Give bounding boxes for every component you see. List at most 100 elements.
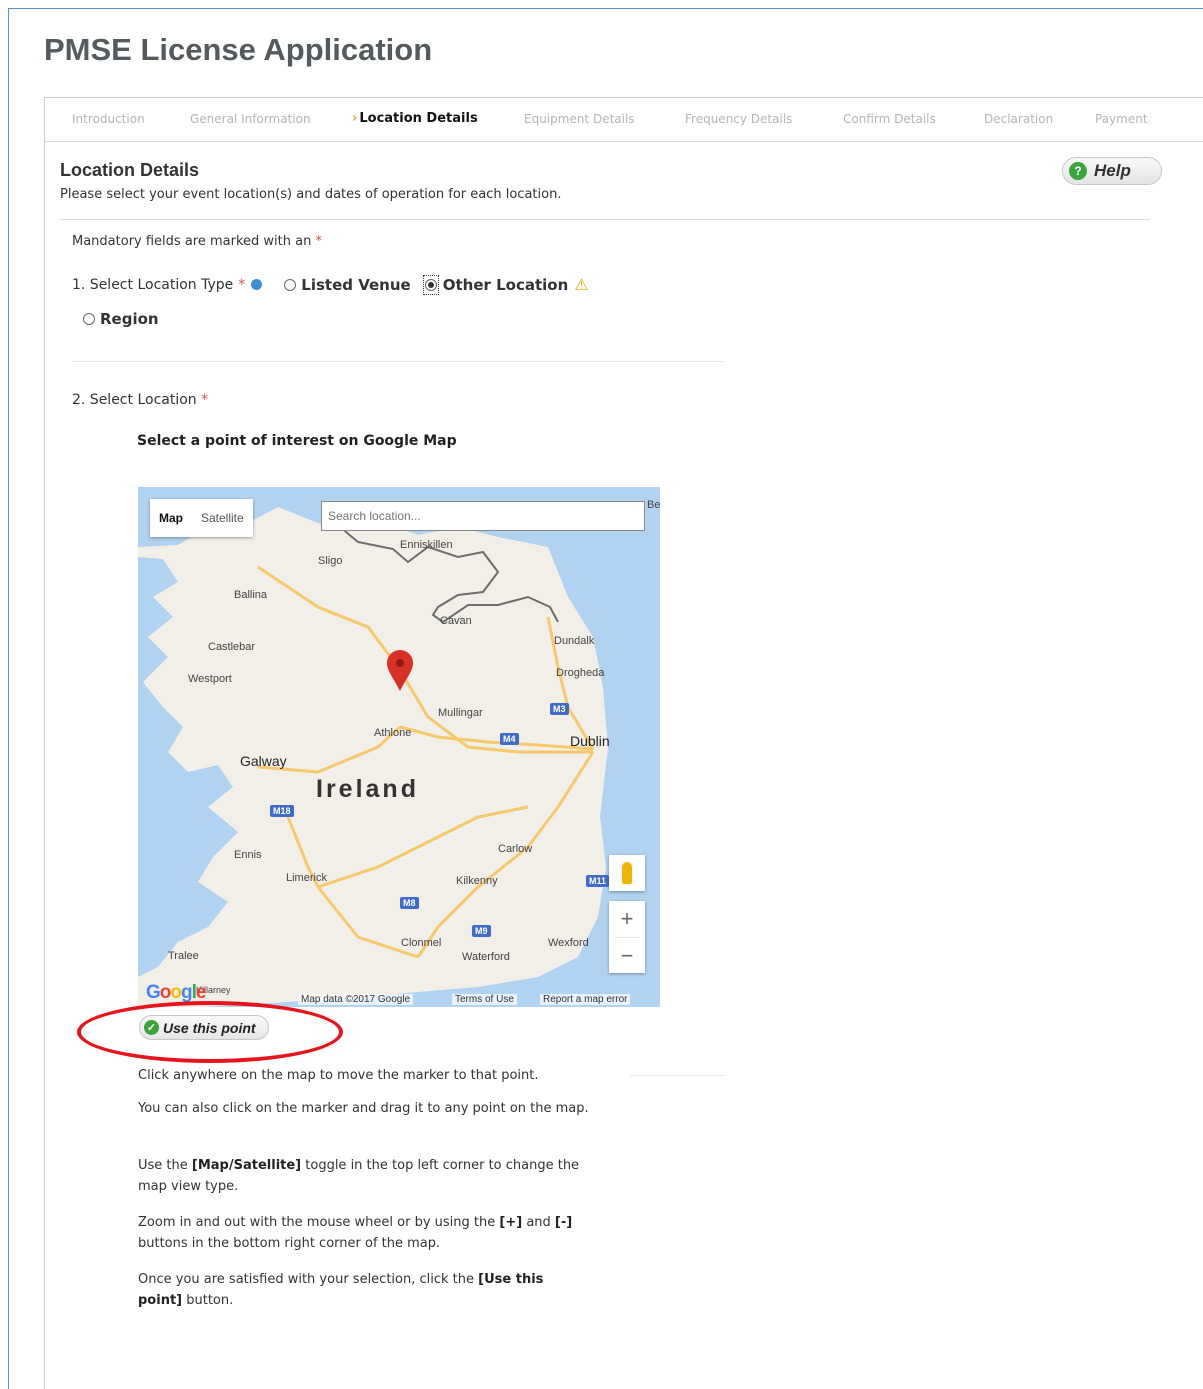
- divider: [72, 361, 724, 362]
- select-location-label: 2. Select Location *: [72, 392, 208, 408]
- road-shield: M8: [400, 897, 419, 909]
- map-label: Ballina: [234, 589, 268, 601]
- report-map-error-link[interactable]: Report a map error: [540, 994, 631, 1005]
- divider: [60, 219, 1150, 220]
- option-other-location[interactable]: Other Location: [443, 276, 569, 294]
- step-location-details[interactable]: › Location Details: [352, 111, 478, 126]
- mandatory-note: Mandatory fields are marked with an *: [72, 234, 322, 249]
- step-arrow-icon: ›: [352, 111, 358, 126]
- map-label: Drogheda: [556, 667, 605, 679]
- land-mass: [138, 507, 608, 1007]
- google-map[interactable]: Map Satellite Be Sligo Enniskillen Balli…: [138, 487, 660, 1007]
- wizard-steps: Introduction General Information › Locati…: [45, 98, 1203, 142]
- step-general-information[interactable]: General Information: [190, 112, 311, 126]
- instruction-4-plus: [+]: [499, 1215, 523, 1230]
- option-listed-venue[interactable]: Listed Venue: [301, 276, 410, 294]
- help-button[interactable]: ? Help: [1062, 157, 1162, 185]
- map-search-input[interactable]: [321, 501, 645, 531]
- road-shield: M4: [500, 733, 519, 745]
- radio-listed-venue-wrap: [284, 277, 297, 293]
- map-label: Galway: [240, 753, 287, 769]
- radio-other-location[interactable]: [424, 278, 437, 291]
- road-shield: M18: [270, 805, 294, 817]
- region-row: Region: [83, 310, 159, 328]
- map-type-toggle: Map Satellite: [150, 499, 253, 537]
- map-label: Enniskillen: [400, 539, 453, 551]
- road-shield: M3: [550, 703, 569, 715]
- instruction-4: Zoom in and out with the mouse wheel or …: [138, 1212, 618, 1254]
- instruction-4-post: buttons in the bottom right corner of th…: [138, 1236, 441, 1251]
- zoom-out-button[interactable]: −: [609, 938, 645, 974]
- instruction-4-pre: Zoom in and out with the mouse wheel or …: [138, 1215, 496, 1230]
- zoom-controls: + −: [609, 901, 645, 973]
- terms-link[interactable]: Terms of Use: [452, 994, 517, 1005]
- help-icon: ?: [1069, 162, 1087, 180]
- check-icon: ✓: [144, 1020, 159, 1035]
- instruction-1: Click anywhere on the map to move the ma…: [138, 1068, 539, 1083]
- zoom-in-button[interactable]: +: [609, 901, 645, 937]
- radio-listed-venue[interactable]: [284, 278, 297, 291]
- instruction-3-pre: Use the: [138, 1158, 188, 1173]
- step-location-details-label: Location Details: [359, 111, 478, 126]
- map-label: Wexford: [548, 937, 589, 949]
- use-this-point-label: Use this point: [163, 1019, 256, 1036]
- required-asterisk: *: [201, 392, 209, 408]
- map-label: Westport: [188, 673, 232, 685]
- radio-region[interactable]: [83, 313, 95, 325]
- application-panel: Introduction General Information › Locati…: [44, 97, 1203, 1389]
- map-type-map[interactable]: Map: [150, 511, 192, 525]
- step-payment[interactable]: Payment: [1095, 112, 1148, 126]
- instruction-4-minus: [-]: [554, 1215, 573, 1230]
- mandatory-note-text: Mandatory fields are marked with an: [72, 234, 312, 249]
- road-shield: M11: [586, 875, 610, 887]
- select-location-text: 2. Select Location: [72, 392, 197, 408]
- map-label: Kilkenny: [456, 875, 498, 887]
- instruction-3: Use the [Map/Satellite] toggle in the to…: [138, 1155, 598, 1197]
- step-declaration[interactable]: Declaration: [984, 112, 1053, 126]
- google-logo: Google: [146, 982, 206, 1003]
- pegman-icon[interactable]: [609, 855, 645, 891]
- step-introduction[interactable]: Introduction: [72, 112, 145, 126]
- map-label: Tralee: [168, 950, 199, 962]
- map-label: Carlow: [498, 843, 533, 855]
- section-subtitle: Please select your event location(s) and…: [60, 187, 562, 202]
- instruction-5-post: button.: [186, 1293, 234, 1308]
- required-asterisk: *: [238, 276, 246, 293]
- location-type-row: 1. Select Location Type * Listed Venue O…: [72, 274, 589, 295]
- step-frequency-details[interactable]: Frequency Details: [685, 112, 792, 126]
- map-heading: Select a point of interest on Google Map: [137, 433, 457, 449]
- map-label: Dundalk: [554, 635, 595, 647]
- map-label: Athlone: [374, 727, 412, 739]
- map-label: Mullingar: [438, 707, 483, 719]
- map-label: Be: [647, 499, 660, 511]
- location-type-label: 1. Select Location Type: [72, 276, 234, 293]
- section-title: Location Details: [60, 160, 200, 180]
- map-label: Limerick: [286, 872, 327, 884]
- map-label: Clonmel: [401, 937, 442, 949]
- map-country-label: Ireland: [316, 775, 419, 803]
- map-type-satellite[interactable]: Satellite: [192, 511, 253, 525]
- road-shield: M9: [472, 925, 491, 937]
- option-region[interactable]: Region: [100, 310, 159, 328]
- instruction-5-pre: Once you are satisfied with your selecti…: [138, 1272, 475, 1287]
- use-this-point-button[interactable]: ✓ Use this point: [139, 1015, 269, 1040]
- map-attribution: Map data ©2017 Google: [298, 994, 414, 1005]
- instruction-2: You can also click on the marker and dra…: [138, 1101, 589, 1116]
- instruction-4-and: and: [526, 1215, 551, 1230]
- map-footer: Google Map data ©2017 Google Terms of Us…: [138, 982, 660, 1007]
- step-confirm-details[interactable]: Confirm Details: [843, 112, 936, 126]
- map-label: Cavan: [440, 615, 472, 627]
- warning-icon: ⚠: [574, 275, 589, 294]
- map-label: Dublin: [570, 733, 610, 749]
- instruction-3-bold: [Map/Satellite]: [191, 1158, 302, 1173]
- instruction-5: Once you are satisfied with your selecti…: [138, 1269, 558, 1311]
- map-label: Ennis: [234, 849, 262, 861]
- page-title: PMSE License Application: [44, 32, 433, 67]
- step-equipment-details[interactable]: Equipment Details: [524, 112, 635, 126]
- help-label: Help: [1094, 161, 1131, 180]
- info-icon[interactable]: [251, 279, 263, 290]
- map-label: Castlebar: [208, 641, 256, 653]
- map-label: Sligo: [318, 555, 343, 567]
- required-asterisk: *: [315, 234, 322, 249]
- map-label: Waterford: [462, 951, 510, 963]
